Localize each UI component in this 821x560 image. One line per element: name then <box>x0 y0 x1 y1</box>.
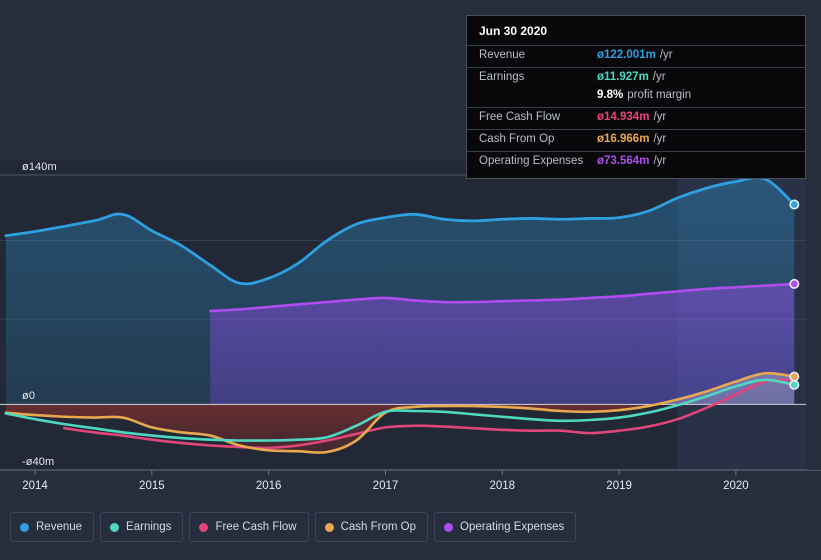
legend-color-dot-icon <box>324 522 334 532</box>
tooltip-row-value: ø16.966m <box>597 133 650 145</box>
legend-item-label: Free Cash Flow <box>215 521 297 533</box>
tooltip-row-label: Operating Expenses <box>479 155 584 167</box>
legend-item-revenue[interactable]: Revenue <box>10 512 95 542</box>
tooltip-row-unit: /yr <box>653 155 667 167</box>
endpoint-marker-revenue <box>789 199 800 210</box>
tooltip-row-value: ø73.564m <box>597 155 650 167</box>
financial-area-chart: ø140m ø0 -ø40m 2014 2015 2016 2017 2018 2019 202… <box>0 0 821 560</box>
chart-legend[interactable]: Revenue Earnings Free Cash Flow Cash From O… <box>10 512 577 542</box>
tooltip-row-unit: profit margin <box>627 89 692 101</box>
tooltip-row: Cash From Op ø16.966m/yr <box>467 129 805 151</box>
tooltip-row-unit: /yr <box>659 49 673 61</box>
legend-item-free-cash-flow[interactable]: Free Cash Flow <box>189 512 309 542</box>
legend-item-label: Cash From Op <box>340 521 417 533</box>
right-gutter <box>808 0 821 470</box>
endpoint-marker-earnings <box>789 379 800 390</box>
x-axis-tick-label: 2016 <box>255 480 282 492</box>
tooltip-row: Operating Expenses ø73.564m/yr <box>467 151 805 173</box>
x-axis-tick-label: 2015 <box>139 480 165 492</box>
tooltip-row-value: ø122.001m <box>597 49 656 61</box>
legend-item-label: Operating Expenses <box>460 521 565 533</box>
legend-color-dot-icon <box>199 522 209 532</box>
x-axis-tick-label: 2019 <box>606 480 632 492</box>
tooltip-row: Free Cash Flow ø14.934m/yr <box>467 107 805 129</box>
tooltip-row-label: Cash From Op <box>479 133 555 145</box>
y-axis-tick-label: ø140m <box>22 161 57 173</box>
tooltip-rows: Revenue ø122.001m/yr Earnings ø11.927m/yr 9.… <box>467 45 805 173</box>
legend-color-dot-icon <box>110 522 120 532</box>
tooltip-date: Jun 30 2020 <box>479 24 548 38</box>
tooltip-row: Earnings ø11.927m/yr <box>467 67 805 89</box>
tooltip-row-label: Earnings <box>479 71 525 83</box>
legend-color-dot-icon <box>20 522 29 532</box>
tooltip-row-unit: /yr <box>653 133 667 145</box>
legend-item-earnings[interactable]: Earnings <box>100 512 184 542</box>
y-axis-tick-label: -ø40m <box>22 456 55 468</box>
x-axis-tick-label: 2020 <box>723 480 749 492</box>
legend-item-cash-from-op[interactable]: Cash From Op <box>314 512 429 542</box>
tooltip-row-value: ø14.934m <box>597 111 650 123</box>
legend-color-dot-icon <box>444 522 454 532</box>
tooltip-row-unit: /yr <box>653 111 667 123</box>
tooltip-row-label: Revenue <box>479 49 526 61</box>
y-axis-tick-label: ø0 <box>22 390 36 403</box>
endpoint-marker-cash-from-op <box>789 371 800 382</box>
legend-item-operating-expenses[interactable]: Operating Expenses <box>434 512 577 542</box>
data-tooltip: Jun 30 2020 Revenue ø122.001m/yr Earnings ø… <box>466 15 806 179</box>
tooltip-row-unit: /yr <box>652 71 666 83</box>
legend-item-label: Earnings <box>126 521 172 533</box>
tooltip-row: Revenue ø122.001m/yr <box>467 45 805 67</box>
tooltip-row-value: 9.8% <box>597 89 624 101</box>
x-axis-tick-label: 2018 <box>489 480 516 492</box>
legend-item-label: Revenue <box>36 521 83 533</box>
x-axis-tick-label: 2017 <box>372 480 399 492</box>
tooltip-row-label: Free Cash Flow <box>479 111 561 123</box>
endpoint-marker-operating-expenses <box>789 278 800 289</box>
tooltip-row-value: ø11.927m <box>597 71 649 83</box>
x-axis-tick-label: 2014 <box>22 480 48 492</box>
tooltip-row: 9.8% profit margin <box>467 89 805 107</box>
